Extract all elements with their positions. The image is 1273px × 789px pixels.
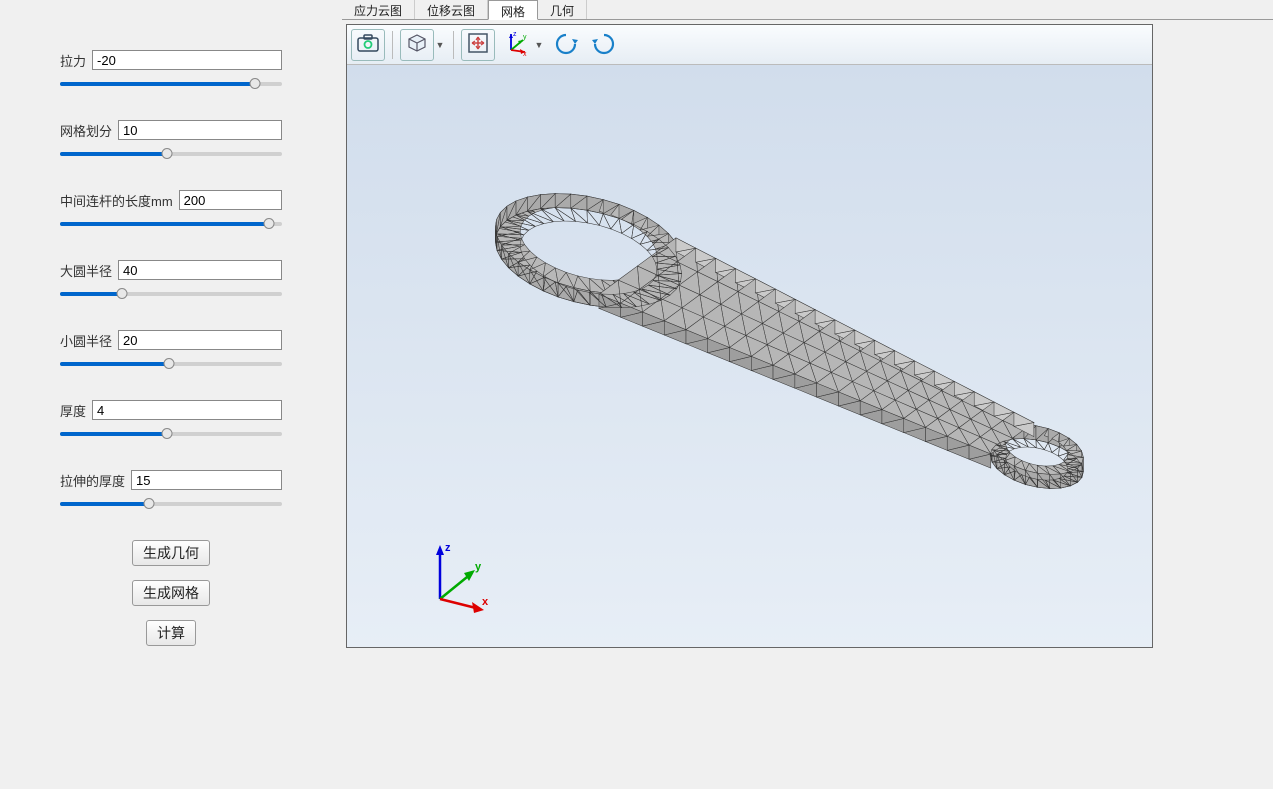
triad-z-label: z bbox=[445, 542, 451, 554]
slider-mesh[interactable] bbox=[60, 146, 282, 162]
label-rod-length: 中间连杆的长度mm bbox=[60, 191, 173, 210]
tab-displacement[interactable]: 位移云图 bbox=[415, 0, 488, 19]
tab-mesh[interactable]: 网格 bbox=[488, 0, 538, 20]
camera-icon bbox=[357, 34, 379, 55]
view-mode-button[interactable] bbox=[400, 29, 434, 61]
label-mesh: 网格划分 bbox=[60, 121, 112, 140]
slider-thickness[interactable] bbox=[60, 426, 282, 442]
rotate-left-icon bbox=[553, 31, 579, 58]
fit-icon bbox=[467, 32, 489, 57]
input-big-radius[interactable] bbox=[118, 260, 282, 280]
param-mesh: 网格划分 bbox=[60, 120, 282, 162]
svg-text:z: z bbox=[513, 31, 517, 38]
input-small-radius[interactable] bbox=[118, 330, 282, 350]
generate-geometry-button[interactable]: 生成几何 bbox=[132, 540, 210, 566]
slider-big-radius[interactable] bbox=[60, 286, 282, 302]
screenshot-button[interactable] bbox=[351, 29, 385, 61]
input-thickness[interactable] bbox=[92, 400, 282, 420]
input-extrude[interactable] bbox=[131, 470, 282, 490]
tab-geometry[interactable]: 几何 bbox=[538, 0, 587, 19]
slider-tension[interactable] bbox=[60, 76, 282, 92]
view-mode-dropdown[interactable]: ▼ bbox=[434, 29, 446, 61]
label-extrude: 拉伸的厚度 bbox=[60, 471, 125, 490]
triad-y-label: y bbox=[475, 561, 482, 573]
view-tabs: 应力云图 位移云图 网格 几何 bbox=[342, 0, 1273, 20]
label-small-radius: 小圆半径 bbox=[60, 331, 112, 350]
orientation-triad: z y x bbox=[422, 537, 502, 617]
slider-rod-length[interactable] bbox=[60, 216, 282, 232]
axes-orientation-button[interactable]: z y x bbox=[499, 29, 533, 61]
param-big-radius: 大圆半径 bbox=[60, 260, 282, 302]
input-rod-length[interactable] bbox=[179, 190, 282, 210]
svg-text:x: x bbox=[523, 51, 527, 56]
viewer-area: ▼ z bbox=[346, 24, 1153, 648]
parameters-panel: 拉力 网格划分 中间连杆的长度mm bbox=[0, 0, 342, 789]
slider-extrude[interactable] bbox=[60, 496, 282, 512]
param-thickness: 厚度 bbox=[60, 400, 282, 442]
axes-dropdown[interactable]: ▼ bbox=[533, 29, 545, 61]
param-small-radius: 小圆半径 bbox=[60, 330, 282, 372]
param-rod-length: 中间连杆的长度mm bbox=[60, 190, 282, 232]
param-extrude: 拉伸的厚度 bbox=[60, 470, 282, 512]
triad-x-label: x bbox=[482, 596, 489, 608]
3d-viewport[interactable]: z y x bbox=[347, 65, 1152, 647]
fit-view-button[interactable] bbox=[461, 29, 495, 61]
label-big-radius: 大圆半径 bbox=[60, 261, 112, 280]
axes-icon: z y x bbox=[503, 30, 529, 59]
label-thickness: 厚度 bbox=[60, 401, 86, 420]
calculate-button[interactable]: 计算 bbox=[146, 620, 196, 646]
toolbar-separator bbox=[392, 31, 393, 59]
generate-mesh-button[interactable]: 生成网格 bbox=[132, 580, 210, 606]
viewer-panel: 应力云图 位移云图 网格 几何 ▼ bbox=[342, 0, 1273, 789]
toolbar-separator bbox=[453, 31, 454, 59]
rotate-right-button[interactable] bbox=[587, 29, 621, 61]
slider-small-radius[interactable] bbox=[60, 356, 282, 372]
viewer-toolbar: ▼ z bbox=[347, 25, 1152, 65]
svg-text:y: y bbox=[523, 34, 527, 41]
input-tension[interactable] bbox=[92, 50, 282, 70]
label-tension: 拉力 bbox=[60, 51, 86, 70]
cube-icon bbox=[405, 32, 429, 57]
rotate-right-icon bbox=[591, 31, 617, 58]
input-mesh[interactable] bbox=[118, 120, 282, 140]
rotate-left-button[interactable] bbox=[549, 29, 583, 61]
action-buttons: 生成几何 生成网格 计算 bbox=[60, 540, 282, 646]
param-tension: 拉力 bbox=[60, 50, 282, 92]
tab-stress[interactable]: 应力云图 bbox=[342, 0, 415, 19]
